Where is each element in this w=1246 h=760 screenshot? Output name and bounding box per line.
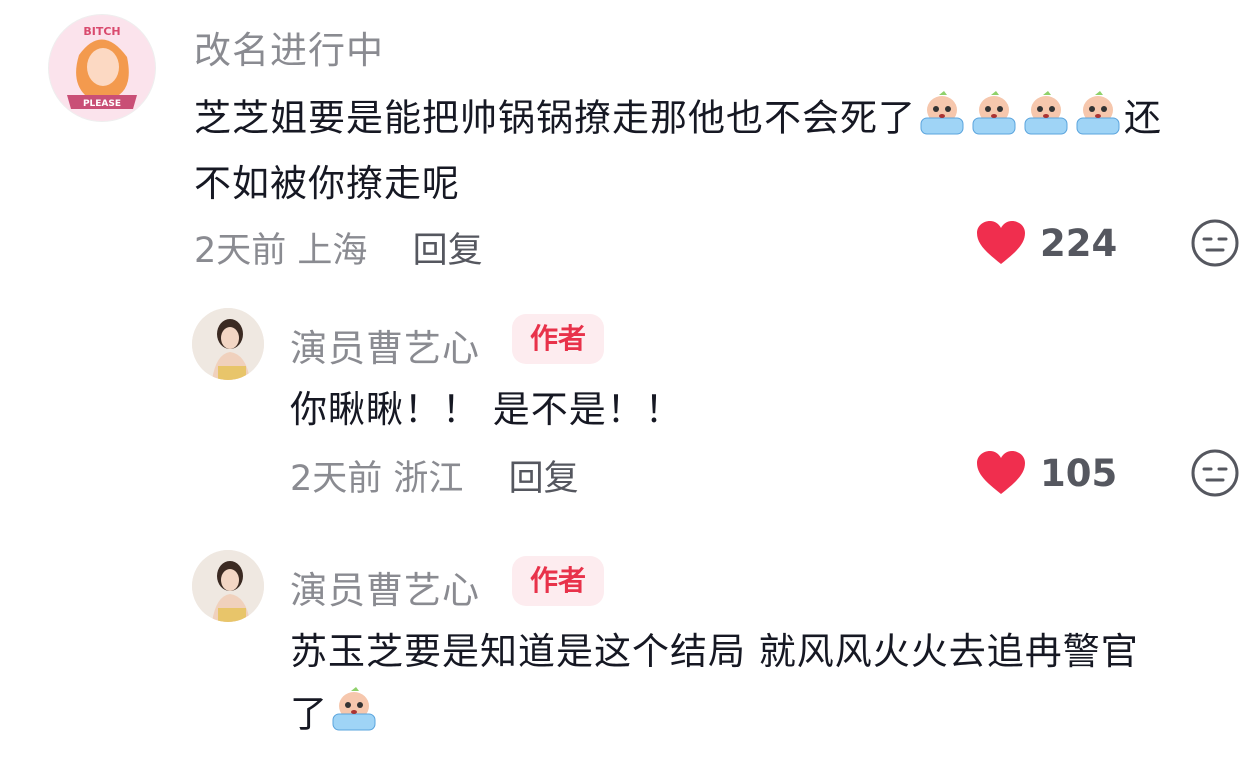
crying-emoji-icon	[329, 682, 379, 750]
comment-text-line-2: 不如被你撩走呢	[194, 162, 460, 205]
crying-emoji-icon	[917, 86, 967, 154]
crying-emoji-icon	[969, 86, 1019, 154]
avatar[interactable]: BITCH PLEASE	[48, 14, 156, 122]
comment-text-line-1: 你瞅瞅！！ 是不是！！	[290, 388, 683, 431]
avatar-text-top: BITCH	[83, 25, 120, 38]
username[interactable]: 演员曹艺心	[290, 560, 480, 614]
dislike-button[interactable]	[1190, 448, 1240, 502]
comment-location: 浙江	[393, 459, 464, 499]
username[interactable]: 演员曹艺心	[290, 318, 480, 372]
comment-text-line-2: 了	[290, 682, 1240, 750]
like-button[interactable]: 224	[976, 220, 1117, 266]
avatar-photo	[192, 308, 264, 380]
comment-time: 2天前	[194, 231, 287, 271]
avatar-illustration: BITCH PLEASE	[49, 15, 155, 121]
avatar-text-bottom: PLEASE	[83, 99, 121, 109]
comment-time: 2天前	[290, 459, 383, 499]
comment-text: 你瞅瞅！！ 是不是！！	[290, 380, 683, 440]
comment-text-part: 还	[1124, 96, 1162, 140]
crying-emoji-icon	[1021, 86, 1071, 154]
reply-button[interactable]: 回复	[509, 459, 579, 499]
username[interactable]: 改名进行中	[194, 20, 384, 74]
reply-button[interactable]: 回复	[413, 231, 483, 271]
crying-emoji-icon	[1073, 86, 1123, 154]
author-badge: 作者	[512, 314, 605, 364]
dislike-icon	[1191, 219, 1239, 267]
avatar[interactable]	[192, 550, 264, 622]
like-button[interactable]: 105	[976, 450, 1117, 496]
comment-text-line-1: 芝芝姐要是能把帅锅锅撩走那他也不会死了 还	[194, 86, 1244, 154]
avatar-photo	[192, 550, 264, 622]
author-badge: 作者	[512, 556, 605, 606]
dislike-button[interactable]	[1190, 218, 1240, 272]
comment-text-part: 了	[290, 692, 328, 736]
like-count: 105	[1040, 451, 1118, 495]
dislike-icon	[1191, 449, 1239, 497]
heart-icon	[977, 221, 1025, 264]
comment-text: 苏玉芝要是知道是这个结局 就风风火火去追冉警官 了	[290, 622, 1240, 750]
like-count: 224	[1040, 221, 1118, 265]
avatar[interactable]	[192, 308, 264, 380]
comment-meta: 2天前 上海 回复	[194, 222, 483, 273]
comment-meta: 2天前 浙江 回复	[290, 450, 579, 501]
comment-text-part: 芝芝姐要是能把帅锅锅撩走那他也不会死了	[194, 96, 916, 140]
comment-text: 芝芝姐要是能把帅锅锅撩走那他也不会死了 还 不如被你撩走呢	[194, 86, 1244, 214]
heart-icon	[977, 451, 1025, 494]
comment-text-line-1: 苏玉芝要是知道是这个结局 就风风火火去追冉警官	[290, 630, 1139, 673]
comment-location: 上海	[297, 231, 368, 271]
